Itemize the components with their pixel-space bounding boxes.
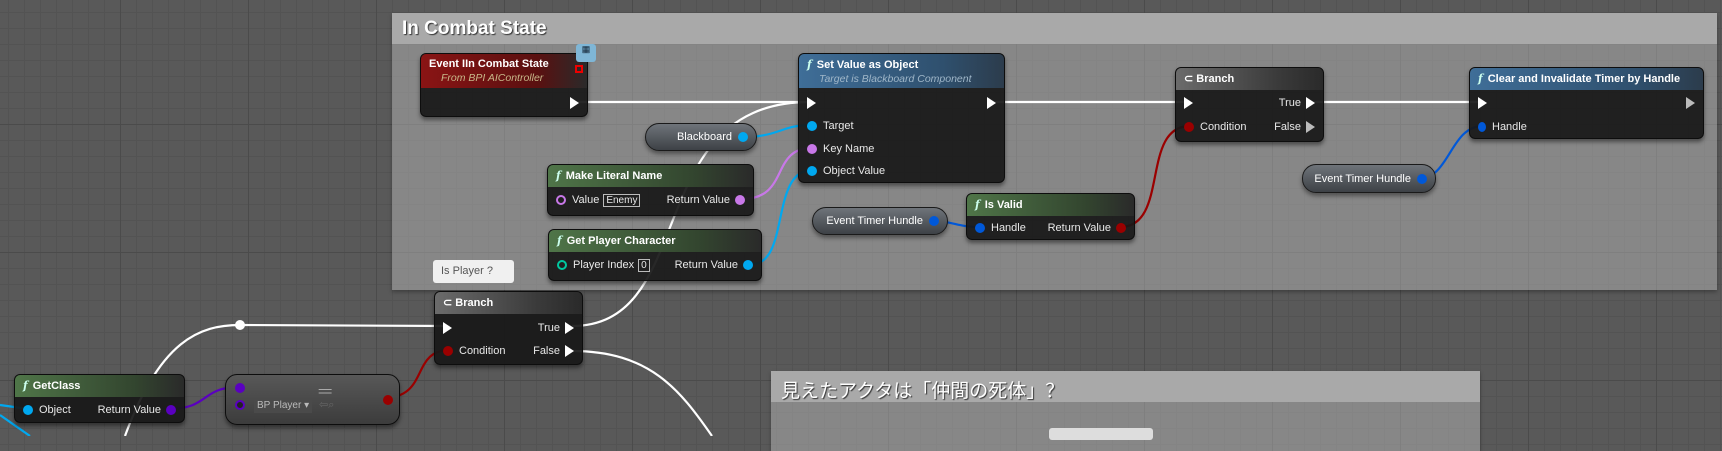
node-title: Set Value as Object — [816, 59, 919, 71]
pin-label: Return Value — [674, 259, 738, 271]
node-title: Branch — [455, 297, 494, 309]
node-title: Branch — [1196, 73, 1235, 85]
pin-label: Object — [39, 404, 71, 416]
event-node[interactable]: Event IIn Combat State From BPI AIControl… — [420, 53, 588, 117]
node-title: GetClass — [32, 380, 81, 392]
event-timer-hundle-variable[interactable]: Event Timer Hundle — [1302, 164, 1436, 193]
object-value-pin[interactable] — [807, 166, 817, 176]
false-pin[interactable] — [1306, 121, 1315, 133]
pin-label: Handle — [991, 222, 1026, 234]
breakpoint-icon[interactable] — [575, 65, 583, 73]
false-pin[interactable] — [565, 345, 574, 357]
exec-in-pin[interactable] — [443, 322, 452, 334]
output-pin[interactable] — [738, 132, 748, 142]
player-index-pin[interactable] — [557, 260, 567, 270]
pin-label: Target — [823, 120, 854, 132]
pin-label: True — [1278, 97, 1301, 109]
bubble-text: Is Player ? — [441, 265, 493, 277]
key-name-pin[interactable] — [807, 144, 817, 154]
equals-icon: == — [318, 383, 332, 399]
pin-label: True — [537, 322, 560, 334]
node-title: Clear and Invalidate Timer by Handle — [1487, 73, 1681, 85]
set-value-as-object-node[interactable]: f Set Value as Object Target is Blackboard… — [798, 53, 1005, 183]
literal-value-input[interactable]: Enemy — [603, 193, 641, 207]
is-player-bubble[interactable]: Is Player ? — [433, 260, 514, 283]
node-title: Make Literal Name — [565, 170, 663, 182]
output-pin[interactable] — [929, 216, 939, 226]
return-pin[interactable] — [735, 195, 745, 205]
pin-label: Object Value — [823, 165, 886, 177]
pin-label: False — [533, 345, 560, 357]
branch-icon: ⊂ — [1184, 73, 1197, 85]
pin-label: Return Value — [666, 194, 730, 206]
exec-in-pin[interactable] — [1184, 97, 1193, 109]
pin-label: Return Value — [1047, 222, 1111, 234]
node-title: Is Valid — [984, 199, 1023, 211]
variable-label: Event Timer Hundle — [826, 215, 923, 227]
branch-node-1[interactable]: ⊂ Branch True Condition False — [434, 291, 583, 365]
event-timer-hundle-variable[interactable]: Event Timer Hundle — [812, 207, 948, 235]
exec-in-pin[interactable] — [807, 97, 816, 109]
exec-in-pin[interactable] — [1478, 97, 1487, 109]
make-literal-name-node[interactable]: f Make Literal Name Value Enemy Return Valu… — [547, 164, 754, 216]
return-pin[interactable] — [1116, 223, 1126, 233]
handle-pin[interactable] — [1478, 122, 1486, 132]
true-pin[interactable] — [565, 322, 574, 334]
function-icon: f — [807, 58, 812, 71]
is-valid-node[interactable]: f Is Valid Handle Return Value — [966, 193, 1135, 240]
target-pin[interactable] — [807, 121, 817, 131]
event-title: Event IIn Combat State — [429, 58, 549, 70]
pin-label: Value — [572, 194, 600, 206]
equal-class-node[interactable]: == BP Player ▾ ⇦⌕ — [225, 374, 400, 425]
browse-icon[interactable]: ⇦⌕ — [319, 398, 334, 412]
handle-pin[interactable] — [975, 223, 985, 233]
branch-node-2[interactable]: ⊂ Branch True Condition False — [1175, 67, 1324, 142]
exec-out-pin[interactable] — [987, 97, 996, 109]
pin-label: Condition — [459, 345, 506, 357]
player-index-input[interactable]: 0 — [638, 258, 650, 272]
pin-label: Return Value — [97, 404, 161, 416]
reroute-knot — [235, 320, 245, 330]
clear-and-invalidate-timer-node[interactable]: f Clear and Invalidate Timer by Handle Ha… — [1469, 67, 1704, 139]
pin-label: Condition — [1200, 121, 1247, 133]
true-pin[interactable] — [1306, 97, 1315, 109]
pin-label: Handle — [1492, 121, 1527, 133]
pin-label: Player Index — [573, 259, 635, 271]
get-player-character-node[interactable]: f Get Player Character Player Index 0 Retur… — [548, 229, 762, 281]
exec-out-pin[interactable] — [570, 97, 579, 109]
pin-label: Key Name — [823, 143, 875, 155]
condition-pin[interactable] — [443, 346, 453, 356]
interface-icon: ▦ — [576, 44, 596, 62]
variable-label: Blackboard — [676, 131, 732, 143]
event-subtitle: From BPI AIController — [441, 72, 544, 84]
branch-icon: ⊂ — [443, 297, 456, 309]
condition-pin[interactable] — [1184, 122, 1194, 132]
return-pin[interactable] — [383, 395, 393, 405]
class-a-pin[interactable] — [235, 383, 245, 393]
class-select[interactable]: BP Player ▾ — [254, 398, 313, 413]
node-title: Get Player Character — [566, 235, 676, 247]
exec-wire — [571, 349, 713, 436]
exec-wire — [239, 323, 451, 328]
class-b-pin[interactable] — [235, 400, 245, 410]
pin-label: False — [1274, 121, 1301, 133]
variable-label: Event Timer Hundle — [1314, 172, 1411, 185]
return-pin[interactable] — [166, 405, 176, 415]
object-pin[interactable] — [23, 405, 33, 415]
get-class-node[interactable]: f GetClass Object Return Value — [14, 374, 185, 423]
node-subtitle: Target is Blackboard Component — [819, 73, 972, 85]
return-pin[interactable] — [743, 260, 753, 270]
output-pin[interactable] — [1417, 173, 1427, 184]
value-pin[interactable] — [556, 195, 566, 205]
class-value: BP Player — [257, 400, 302, 411]
exec-out-pin[interactable] — [1686, 97, 1695, 109]
blackboard-variable[interactable]: Blackboard — [645, 123, 757, 151]
